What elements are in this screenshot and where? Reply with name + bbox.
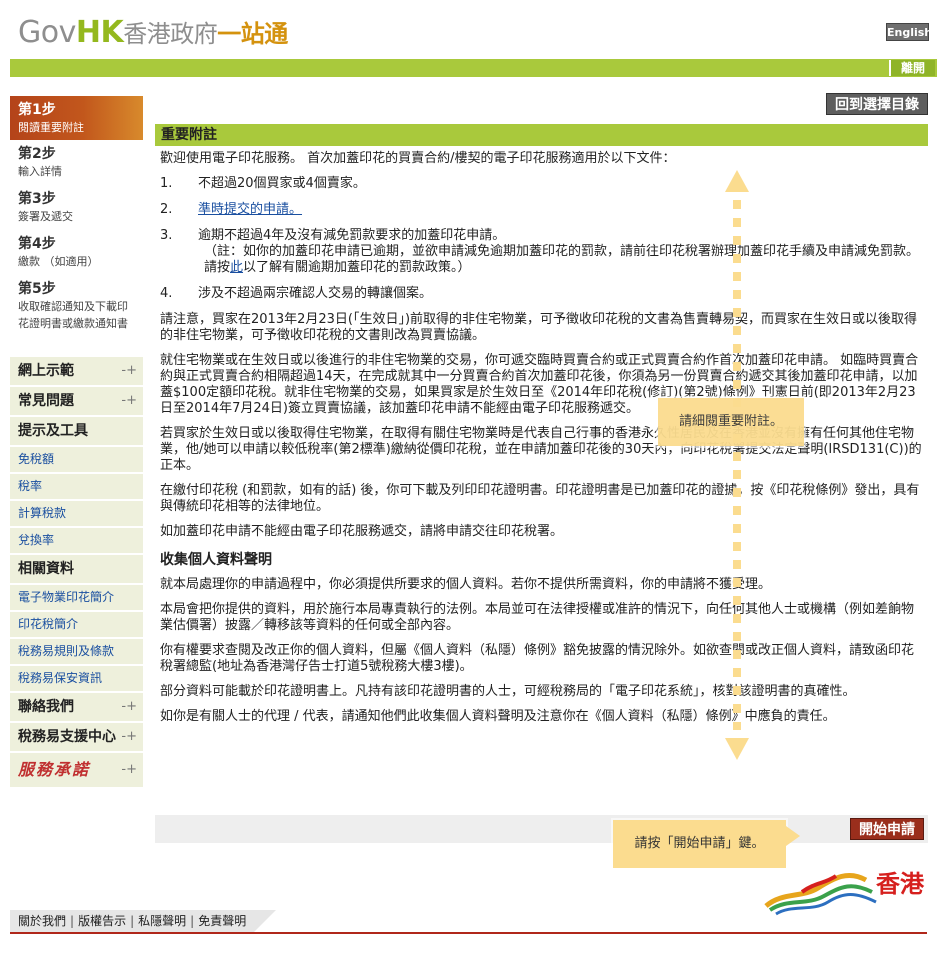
brand-text: 香港 — [876, 870, 924, 898]
paragraph: 若買家於生效日或以後取得住宅物業，在取得有關住宅物業時是代表自己行事的香港永久性… — [160, 426, 922, 473]
footer: 關於我們 | 版權告示 | 私隱聲明 | 免責聲明 — [10, 910, 937, 934]
nav-link-e-stamping-intro[interactable]: 電子物業印花簡介 — [10, 583, 143, 610]
footer-link-about[interactable]: 關於我們 — [18, 914, 66, 928]
step-number: 第3步 — [18, 191, 56, 207]
expand-icon: -+ — [121, 393, 137, 408]
list-number: 1. — [160, 176, 173, 191]
list-number: 4. — [160, 286, 173, 301]
nav-link-tax-rates[interactable]: 稅率 — [10, 472, 143, 499]
footer-separator: | — [130, 914, 135, 928]
paragraph: 部分資料可能載於印花證明書上。凡持有該印花證明書的人士，可經稅務局的「電子印花系… — [160, 684, 856, 699]
step-desc: 簽署及遞交 — [18, 210, 73, 223]
nav-link-exchange-rates[interactable]: 兌換率 — [10, 526, 143, 553]
govhk-logo[interactable]: GovHK香港政府一站通 — [18, 14, 288, 50]
nav-label: 聯絡我們 — [18, 699, 74, 715]
nav-link-allowances[interactable]: 免稅額 — [10, 445, 143, 472]
step-number: 第2步 — [18, 146, 56, 162]
note-post: 以了解有關逾期加蓋印花的罰款政策。） — [243, 260, 471, 275]
list-number: 2. — [160, 202, 173, 217]
pics-title: 收集個人資料聲明 — [160, 552, 272, 568]
step-number: 第4步 — [18, 236, 56, 252]
notes-content: 歡迎使用電子印花服務。 首次加蓋印花的買賣合約/樓契的電子印花服務適用於以下文件… — [160, 151, 924, 734]
step-1: 第1步 閱讀重要附註 — [10, 96, 143, 140]
sidebar: 第1步 閱讀重要附註 第2步 輸入詳情 第3步 簽署及遞交 第4步 繳款 （如適… — [10, 96, 143, 787]
list-text: 涉及不超過兩宗確認人交易的轉讓個案。 — [198, 286, 433, 301]
nav-label: 相關資料 — [18, 561, 74, 577]
paragraph: 本局會把你提供的資料，用於施行本局專責執行的法例。本局並可在法律授權或准許的情況… — [160, 602, 915, 633]
top-bar: 離開 — [10, 59, 937, 77]
list-item: 3. 逾期不超過4年及沒有減免罰款要求的加蓋印花申請。 （註：如你的加蓋印花申請… — [160, 228, 924, 276]
expand-icon: -+ — [121, 729, 137, 744]
footer-link-privacy[interactable]: 私隱聲明 — [138, 914, 186, 928]
back-to-menu-button[interactable]: 回到選擇目錄 — [826, 93, 928, 115]
paragraph: 在繳付印花稅 (和罰款，如有的話) 後，你可下載及列印印花證明書。印花證明書是已… — [160, 483, 920, 514]
logo-gov: Gov — [18, 15, 76, 50]
footer-separator: | — [190, 914, 195, 928]
nav-link-terms[interactable]: 稅務易規則及條款 — [10, 637, 143, 664]
step-number: 第5步 — [18, 281, 56, 297]
footer-links: 關於我們 | 版權告示 | 私隱聲明 | 免責聲明 — [10, 910, 277, 932]
list-item: 4. 涉及不超過兩宗確認人交易的轉讓個案。 — [160, 286, 924, 302]
read-notes-tooltip: 請細閱重要附註。 — [658, 398, 804, 446]
expand-icon: -+ — [121, 699, 137, 714]
nav-label: 常見問題 — [18, 393, 74, 409]
section-title: 重要附註 — [155, 124, 928, 146]
penalty-policy-link[interactable]: 此 — [230, 260, 243, 275]
logout-button[interactable]: 離開 — [888, 60, 935, 76]
nav-link-stamp-duty-intro[interactable]: 印花稅簡介 — [10, 610, 143, 637]
english-button[interactable]: English — [886, 23, 932, 41]
step-2: 第2步 輸入詳情 — [10, 140, 143, 185]
header: GovHK香港政府一站通 English — [0, 0, 947, 60]
scroll-hint-arrow-icon — [725, 170, 749, 760]
nav-support-centre[interactable]: 稅務易支援中心 -+ — [10, 721, 143, 751]
step-5: 第5步 收取確認通知及下載印花證明書或繳款通知書 — [10, 275, 143, 355]
nav-tips-tools-header: 提示及工具 — [10, 415, 143, 445]
expand-icon: -+ — [121, 363, 137, 378]
step-desc: 收取確認通知及下載印花證明書或繳款通知書 — [18, 300, 128, 330]
nav-label: 提示及工具 — [18, 423, 88, 439]
step-3: 第3步 簽署及遞交 — [10, 185, 143, 230]
nav-label: 服務承諾 — [18, 760, 91, 779]
paragraph: 請注意，買家在2013年2月23日(「生效日」)前取得的非住宅物業，可予徵收印花… — [160, 312, 918, 343]
nav-service-pledge[interactable]: 服務承諾 -+ — [10, 751, 143, 787]
logo-cn: 香港政府 — [123, 20, 218, 48]
step-4: 第4步 繳款 （如適用） — [10, 230, 143, 275]
nav-link-tax-calculator[interactable]: 計算稅款 — [10, 499, 143, 526]
paragraph: 就本局處理你的申請過程中，你必須提供所要求的個人資料。若你不提供所需資料，你的申… — [160, 577, 772, 592]
list-item: 1. 不超過20個買家或4個賣家。 — [160, 176, 924, 192]
start-application-button[interactable]: 開始申請 — [850, 818, 924, 840]
list-note: （註：如你的加蓋印花申請已逾期，並欲申請減免逾期加蓋印花的罰款，請前往印花稅署辦… — [198, 244, 924, 276]
list-text: 逾期不超過4年及沒有減免罰款要求的加蓋印花申請。 — [198, 228, 506, 243]
paragraph: 你有權要求查閱及改正你的個人資料，但屬《個人資料（私隱）條例》豁免披露的情況除外… — [160, 643, 915, 674]
step-number: 第1步 — [18, 102, 56, 118]
paragraph: 如加蓋印花申請不能經由電子印花服務遞交，請將申請交往印花稅署。 — [160, 524, 564, 539]
paragraph: 就住宅物業或在生效日或以後進行的非住宅物業的交易，你可遞交臨時買賣合約或正式買賣… — [160, 353, 919, 416]
footer-separator: | — [70, 914, 75, 928]
logo-hk: HK — [75, 15, 124, 50]
nav-related-header: 相關資料 — [10, 553, 143, 583]
footer-rule — [10, 932, 927, 934]
nav-label: 稅務易支援中心 — [18, 729, 116, 745]
timely-submission-link[interactable]: 準時提交的申請。 — [198, 202, 302, 217]
action-bar: 開始申請 — [155, 815, 928, 843]
expand-icon: -+ — [121, 762, 137, 777]
list-text: 不超過20個買家或4個賣家。 — [198, 176, 366, 191]
nav-contact[interactable]: 聯絡我們 -+ — [10, 691, 143, 721]
nav-demo[interactable]: 網上示範 -+ — [10, 355, 143, 385]
step-desc: 繳款 （如適用） — [18, 255, 99, 268]
step-desc: 閱讀重要附註 — [18, 121, 84, 134]
footer-link-copyright[interactable]: 版權告示 — [78, 914, 126, 928]
footer-link-disclaimer[interactable]: 免責聲明 — [198, 914, 246, 928]
list-item: 2. 準時提交的申請。 — [160, 202, 924, 218]
nav-link-security[interactable]: 稅務易保安資訊 — [10, 664, 143, 691]
logo-one: 一站通 — [217, 20, 288, 48]
step-desc: 輸入詳情 — [18, 165, 62, 178]
nav-faq[interactable]: 常見問題 -+ — [10, 385, 143, 415]
nav-label: 網上示範 — [18, 363, 74, 379]
press-start-tooltip: 請按「開始申請」鍵。 — [613, 820, 800, 868]
list-number: 3. — [160, 228, 173, 243]
intro-text: 歡迎使用電子印花服務。 首次加蓋印花的買賣合約/樓契的電子印花服務適用於以下文件… — [160, 151, 676, 166]
paragraph: 如你是有關人士的代理 / 代表，請通知他們此收集個人資料聲明及注意你在《個人資料… — [160, 709, 836, 724]
